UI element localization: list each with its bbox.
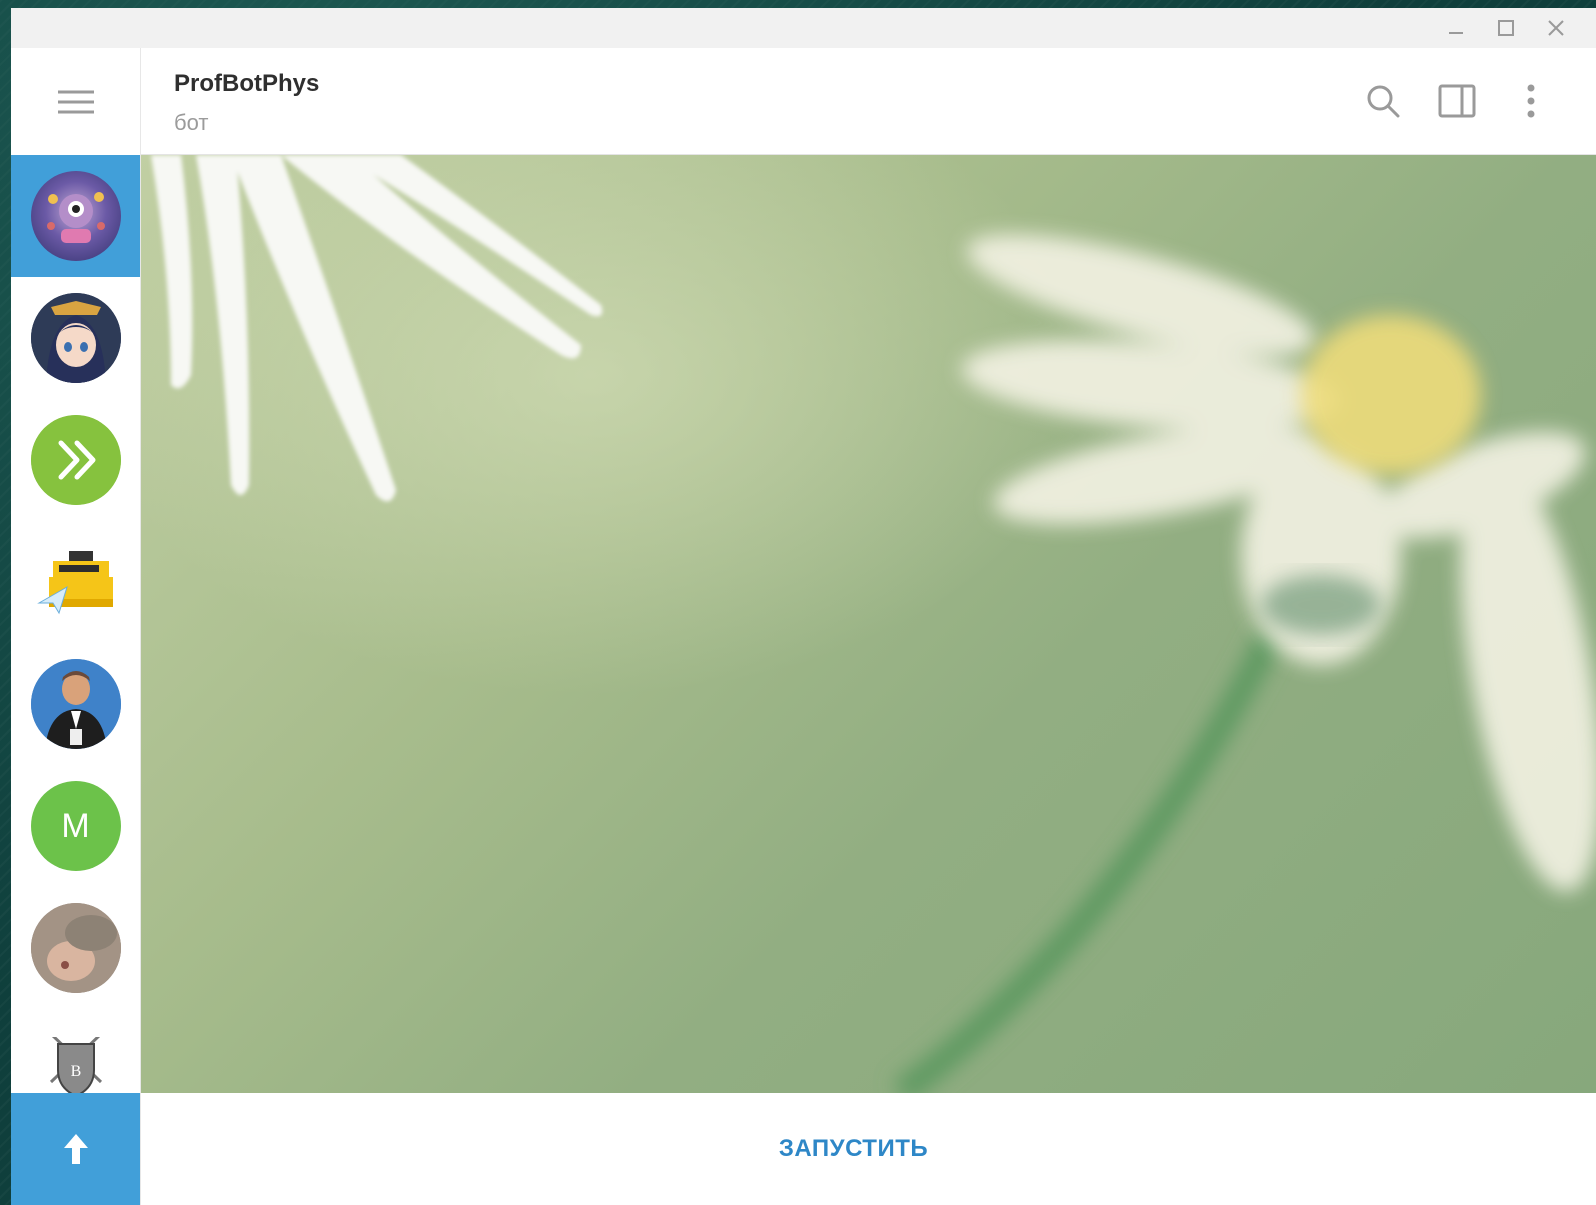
chat-item-3[interactable] (11, 399, 140, 521)
chat-item-5[interactable] (11, 643, 140, 765)
minimize-icon[interactable] (1436, 8, 1476, 48)
chat-item-1[interactable] (11, 155, 140, 277)
chat-item-4[interactable] (11, 521, 140, 643)
svg-text:B: B (70, 1063, 81, 1080)
chat-item-7[interactable] (11, 887, 140, 1009)
double-chevron-avatar (30, 415, 121, 505)
chat-item-8[interactable]: B (11, 1009, 140, 1093)
more-vertical-icon[interactable] (1508, 78, 1554, 124)
hamburger-menu-icon[interactable] (11, 48, 140, 155)
sidebar-toggle-icon[interactable] (1434, 78, 1480, 124)
chat-title[interactable]: ProfBotPhys (174, 70, 319, 98)
start-bot-button[interactable]: ЗАПУСТИТЬ (759, 1125, 948, 1173)
chat-item-6[interactable]: M (11, 765, 140, 887)
letter-avatar: M (30, 781, 121, 871)
chat-item-2[interactable] (11, 277, 140, 399)
arrow-up-icon (63, 1134, 88, 1164)
chat-header: ProfBotPhys бот (141, 48, 1596, 155)
shield-crest-avatar: B (31, 1037, 121, 1093)
search-icon[interactable] (1360, 78, 1406, 124)
chat-background (141, 155, 1596, 1093)
bot-start-bar: ЗАПУСТИТЬ (141, 1093, 1596, 1205)
maximize-icon[interactable] (1486, 8, 1526, 48)
daisy-wallpaper (141, 155, 1596, 1093)
scroll-to-top-button[interactable] (11, 1093, 140, 1205)
telegram-window: M B ProfBotPhys бот ЗАПУСТИТЬ (11, 8, 1596, 1205)
chat-status: бот (174, 110, 209, 135)
man-in-suit-avatar (30, 659, 121, 749)
title-bar (11, 8, 1596, 48)
photo-portrait-avatar (30, 903, 121, 993)
avatar-letter: M (61, 806, 90, 845)
chat-list-sidebar: M B (11, 48, 141, 1205)
anime-girl-avatar (30, 293, 121, 383)
close-icon[interactable] (1536, 8, 1576, 48)
cartoon-creature-avatar (30, 171, 121, 261)
cash-register-avatar (31, 537, 121, 627)
